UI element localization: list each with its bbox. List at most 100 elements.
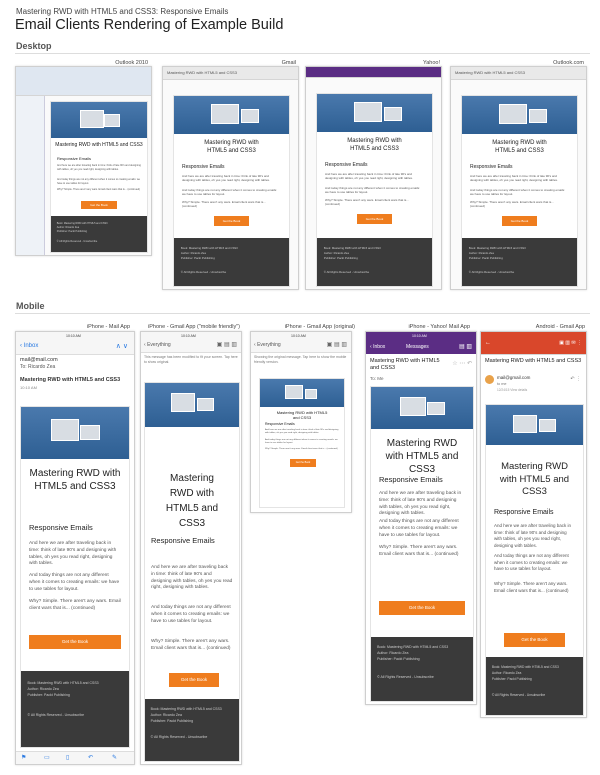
email-p2: And today things are not any different w… (182, 188, 277, 197)
flag-icon[interactable]: ⚑ (21, 754, 26, 761)
app-bar: ← ▣ ▥ ✉ ⋮ (481, 332, 586, 355)
email-footer: Book: Mastering RWD with HTML5 and CSS3 … (371, 637, 473, 701)
email-cta-button[interactable]: Get the Book (214, 216, 249, 226)
email-title: Mastering RWD with HTML5 and CSS3 (204, 140, 259, 154)
email-p1: And here we are after traveling back in … (470, 174, 558, 183)
email-heading: Responsive Emails (494, 509, 554, 516)
email-hero-image (486, 405, 583, 445)
iphone-mail-screen: 10:10 AM ‹ Inbox ∧ ∨ mail@mail.com To: R… (15, 331, 135, 765)
original-notice[interactable]: Showing the original message. Tap here t… (254, 355, 348, 365)
chevron-left-icon: ‹ (254, 342, 256, 348)
email-p1: And here we are after traveling back in … (57, 164, 141, 171)
email-p1: And here we are after traveling back in … (325, 172, 413, 181)
email-hero-image (371, 387, 473, 429)
status-bar: 10:10 AM (16, 332, 134, 340)
email-p2: And today things are not any different w… (57, 178, 141, 185)
email-gmail-desktop: Mastering RWD with HTML5 and CSS3 Respon… (173, 95, 290, 287)
email-title: Mastering RWD with HTML5 and CSS3 (492, 140, 547, 154)
iphone-gmail-original-screen: 10:10 AM ‹ Everything ▣ ▤ ▥ Showing the … (250, 331, 352, 513)
nav-bar: ‹ Inbox Messages ▤ ▥ (366, 340, 476, 354)
email-footer: Book: Mastering RWD with HTML5 and CSS3 … (462, 238, 577, 286)
email-p2: And today things are not any different w… (494, 553, 569, 571)
action-icons[interactable]: ▣ ▤ ▥ (217, 341, 237, 348)
email-cta-button[interactable]: Get the Book (504, 633, 565, 647)
email-p3: Why? Simple. There aren't any wars. Emai… (494, 581, 569, 593)
compose-icon[interactable]: ✎ (112, 754, 117, 761)
avatar (485, 375, 494, 384)
chevron-left-icon: ‹ (370, 344, 372, 350)
date: 10:10 AM (20, 385, 37, 390)
email-heading: Responsive Emails (182, 164, 225, 170)
email-title: Mastering RWD with HTML5 and CSS3 (29, 468, 121, 492)
email-p1: And here we are after traveling back in … (29, 541, 117, 567)
app-bar-actions[interactable]: ▣ ▥ ✉ ⋮ (559, 340, 582, 346)
email-footer: Book: Mastering RWD with HTML5 and CSS3 … (51, 216, 147, 252)
header-icons[interactable]: ▤ ▥ (459, 343, 472, 350)
star-icon: ☆ (452, 361, 458, 367)
email-cta-button[interactable]: Get the Book (29, 635, 121, 649)
email-title: Mastering RWD with HTML5 and CSS3 (276, 410, 328, 420)
modified-notice[interactable]: This message has been modified to fit yo… (144, 355, 238, 365)
email-cta-button[interactable]: Get the Book (357, 214, 392, 224)
page-pretitle: Mastering RWD with HTML5 and CSS3: Respo… (16, 7, 229, 16)
email-cta-button[interactable]: Get the Book (502, 216, 537, 226)
email-cta-button[interactable]: Get the Book (290, 459, 316, 467)
email-heading: Responsive Emails (325, 162, 368, 168)
nav-bar: ‹ Inbox ∧ ∨ (16, 340, 134, 355)
message-actions[interactable]: ☆ ⋯ ↶ (452, 360, 472, 367)
caption-android-gmail: Android - Gmail App (535, 324, 585, 330)
email-hero-image (317, 94, 432, 132)
email-title: Mastering RWD with HTML5 and CSS3 (385, 438, 459, 475)
subject: Mastering RWD with HTML5 and CSS3 (370, 358, 440, 371)
email-cta-button[interactable]: Get the Book (81, 201, 117, 209)
email-heading: Responsive Emails (470, 164, 513, 170)
email-iphone-yahoo: Mastering RWD with HTML5 and CSS3 Respon… (370, 386, 474, 702)
email-footer: Book: Mastering RWD with HTML5 and CSS3 … (174, 238, 289, 286)
iphone-yahoo-screen: 10:10 AM ‹ Inbox Messages ▤ ▥ Mastering … (365, 331, 477, 705)
email-footer: Book: Mastering RWD with HTML5 and CSS3 … (145, 699, 239, 761)
email-title: Mastering RWD with HTML5 and CSS3 (347, 138, 402, 152)
back-button[interactable]: ‹ Everything (254, 342, 281, 348)
recipient: To: Me (370, 376, 384, 381)
email-outlook-2010: Mastering RWD with HTML5 and CSS3 Respon… (50, 101, 148, 253)
chevron-left-icon: ‹ (144, 342, 146, 348)
status-bar: 10:10 AM (141, 332, 241, 340)
outlook-folder-pane (16, 96, 45, 255)
message-nav-arrows[interactable]: ∧ ∨ (116, 342, 128, 350)
nav-bar: ‹ Everything ▣ ▤ ▥ (251, 340, 351, 353)
subject: Mastering RWD with HTML5 and CSS3 (485, 358, 582, 364)
email-p3: Why? Simple. There aren't any wars. Emai… (470, 200, 554, 209)
email-hero-image (145, 383, 239, 427)
reply-icon[interactable]: ↶ ⋮ (570, 376, 581, 382)
email-heading: Responsive Emails (379, 475, 443, 484)
outlook-com-header: Mastering RWD with HTML5 and CSS3 (451, 67, 586, 80)
back-arrow-icon[interactable]: ← (485, 340, 491, 346)
back-button[interactable]: ‹ Inbox (370, 344, 385, 350)
email-footer: Book: Mastering RWD with HTML5 and CSS3 … (317, 238, 432, 286)
email-footer: Book: Mastering RWD with HTML5 and CSS3 … (486, 657, 583, 715)
back-button[interactable]: ‹ Everything (144, 342, 171, 348)
action-icons[interactable]: ▣ ▤ ▥ (327, 341, 347, 348)
folder-icon[interactable]: ▭ (44, 754, 50, 761)
email-p2: And today things are not any different w… (470, 188, 565, 197)
email-cta-button[interactable]: Get the Book (169, 673, 219, 687)
reply-icon[interactable]: ↶ (88, 754, 93, 761)
email-hero-image (174, 96, 289, 134)
email-p3: Why? Simple. There aren't any wars. Emai… (325, 198, 409, 207)
email-hero-image (51, 102, 147, 138)
reply-icon: ↶ (466, 361, 472, 367)
caption-iphone-gmail-friendly: iPhone - Gmail App ("mobile friendly") (148, 324, 240, 330)
email-title: Mastering RWD with HTML5 and CSS3 (499, 461, 570, 497)
trash-icon[interactable]: ▯ (66, 754, 69, 761)
back-button[interactable]: ‹ Inbox (20, 343, 38, 349)
email-cta-button[interactable]: Get the Book (379, 601, 465, 615)
outlook-com-window: Mastering RWD with HTML5 and CSS3 Master… (450, 66, 587, 290)
email-p2: And today things are not any different w… (325, 186, 420, 195)
email-outlook-com: Mastering RWD with HTML5 and CSS3 Respon… (461, 95, 578, 287)
email-hero-image (21, 407, 129, 459)
toolbar: ⚑ ▭ ▯ ↶ ✎ (16, 751, 134, 764)
outlook-ribbon (16, 67, 151, 96)
email-yahoo-desktop: Mastering RWD with HTML5 and CSS3 Respon… (316, 93, 433, 287)
email-p3: Why? Simple. There aren't any wars. Emai… (151, 639, 231, 651)
email-p2: And today things are not any different w… (29, 573, 120, 592)
